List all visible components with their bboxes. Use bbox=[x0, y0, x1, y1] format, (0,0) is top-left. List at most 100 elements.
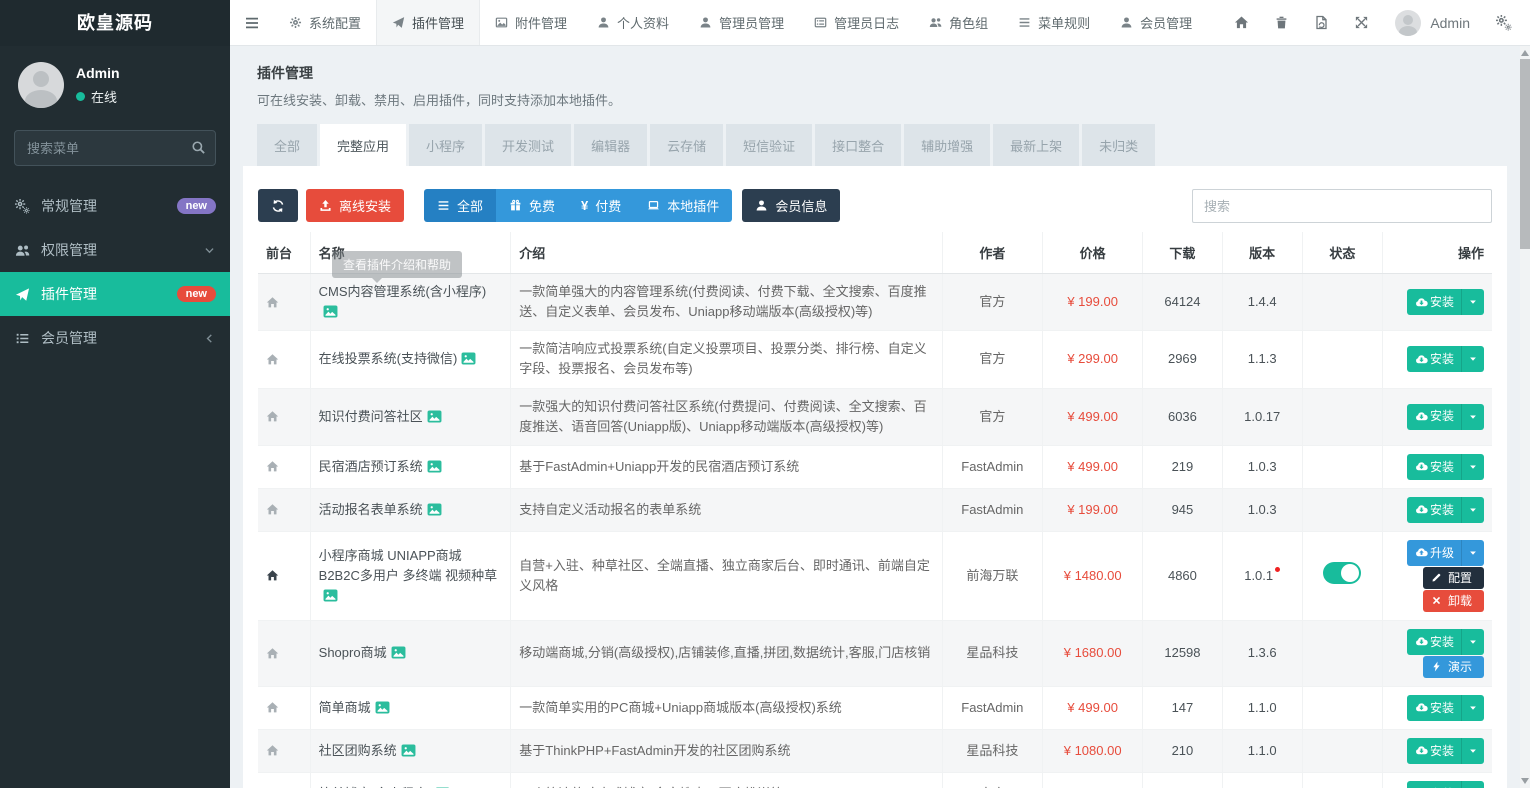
install-button[interactable]: 安装 bbox=[1407, 497, 1484, 523]
column-header-1[interactable]: 名称 bbox=[310, 232, 511, 274]
scroll-up-arrow-icon[interactable] bbox=[1521, 50, 1529, 56]
install-button[interactable]: 安装 bbox=[1407, 404, 1484, 430]
trash-button[interactable] bbox=[1261, 15, 1301, 30]
topnav-item-8[interactable]: 会员管理 bbox=[1105, 0, 1207, 45]
topnav-item-5[interactable]: 管理员日志 bbox=[799, 0, 914, 45]
filter-0-button[interactable]: 全部 bbox=[424, 189, 496, 222]
topnav-item-6[interactable]: 角色组 bbox=[914, 0, 1003, 45]
tab-9[interactable]: 最新上架 bbox=[993, 124, 1079, 166]
tab-2[interactable]: 小程序 bbox=[409, 124, 482, 166]
caret-down-icon[interactable] bbox=[1461, 454, 1484, 480]
plugin-name[interactable]: CMS内容管理系统(含小程序) bbox=[319, 284, 487, 299]
offline-install-button[interactable]: 离线安装 bbox=[306, 189, 404, 222]
install-button[interactable]: 安装 bbox=[1407, 289, 1484, 315]
caret-down-icon[interactable] bbox=[1461, 781, 1484, 788]
install-button[interactable]: 安装 bbox=[1407, 781, 1484, 788]
sidebar-item-0[interactable]: 常规管理 new bbox=[0, 184, 230, 228]
tab-7[interactable]: 接口整合 bbox=[815, 124, 901, 166]
caret-down-icon[interactable] bbox=[1461, 289, 1484, 315]
frontend-home-icon[interactable] bbox=[258, 686, 310, 729]
topnav-item-3[interactable]: 个人资料 bbox=[582, 0, 684, 45]
topnav-user-name[interactable]: Admin bbox=[1430, 15, 1470, 31]
language-button[interactable] bbox=[1301, 15, 1341, 30]
plugin-name[interactable]: 小程序商城 UNIAPP商城 B2B2C多用户 多终端 视频种草 bbox=[319, 548, 497, 583]
frontend-home-icon[interactable] bbox=[258, 388, 310, 445]
frontend-home-icon[interactable] bbox=[258, 488, 310, 531]
refresh-button[interactable] bbox=[258, 189, 298, 222]
caret-down-icon[interactable] bbox=[1461, 540, 1484, 566]
frontend-home-icon[interactable] bbox=[258, 445, 310, 488]
column-header-0[interactable]: 前台 bbox=[258, 232, 310, 274]
column-header-7[interactable]: 状态 bbox=[1302, 232, 1382, 274]
enable-toggle[interactable] bbox=[1323, 562, 1361, 584]
tab-1[interactable]: 完整应用 bbox=[320, 124, 406, 166]
sidebar-item-2[interactable]: 插件管理 new bbox=[0, 272, 230, 316]
topnav-item-2[interactable]: 附件管理 bbox=[480, 0, 582, 45]
tab-4[interactable]: 编辑器 bbox=[574, 124, 647, 166]
frontend-home-icon[interactable] bbox=[258, 331, 310, 388]
topnav-item-7[interactable]: 菜单规则 bbox=[1003, 0, 1105, 45]
settings-cogs-icon[interactable] bbox=[1492, 15, 1516, 31]
frontend-home-icon[interactable] bbox=[258, 620, 310, 686]
plugin-name[interactable]: Shopro商城 bbox=[319, 645, 387, 660]
install-button[interactable]: 安装 bbox=[1407, 738, 1484, 764]
caret-down-icon[interactable] bbox=[1461, 346, 1484, 372]
tab-3[interactable]: 开发测试 bbox=[485, 124, 571, 166]
topnav-item-4[interactable]: 管理员管理 bbox=[684, 0, 799, 45]
member-info-button[interactable]: 会员信息 bbox=[742, 189, 840, 222]
upgrade-button[interactable]: 升级 bbox=[1407, 540, 1484, 566]
column-header-3[interactable]: 作者 bbox=[942, 232, 1042, 274]
tab-0[interactable]: 全部 bbox=[257, 124, 317, 166]
install-button[interactable]: 安装 bbox=[1407, 629, 1484, 655]
frontend-home-icon[interactable] bbox=[258, 531, 310, 620]
uninstall-button[interactable]: 卸载 bbox=[1423, 590, 1484, 612]
avatar[interactable] bbox=[18, 62, 64, 108]
caret-down-icon[interactable] bbox=[1461, 629, 1484, 655]
filter-2-button[interactable]: ¥付费 bbox=[568, 189, 634, 222]
frontend-home-icon[interactable] bbox=[258, 274, 310, 331]
scrollbar-thumb[interactable] bbox=[1520, 59, 1530, 249]
plugin-name[interactable]: 知识付费问答社区 bbox=[319, 409, 423, 424]
install-button[interactable]: 安装 bbox=[1407, 695, 1484, 721]
topnav-item-1[interactable]: 插件管理 bbox=[376, 0, 480, 45]
scroll-down-arrow-icon[interactable] bbox=[1521, 778, 1529, 784]
avatar[interactable] bbox=[1395, 10, 1421, 36]
demo-button[interactable]: 演示 bbox=[1423, 656, 1484, 678]
column-header-2[interactable]: 介绍 bbox=[511, 232, 942, 274]
plugin-name[interactable]: 活动报名表单系统 bbox=[319, 502, 423, 517]
sidebar-item-3[interactable]: 会员管理 bbox=[0, 316, 230, 360]
plugin-name[interactable]: 民宿酒店预订系统 bbox=[319, 459, 423, 474]
plugin-name[interactable]: 社区团购系统 bbox=[319, 743, 397, 758]
tab-8[interactable]: 辅助增强 bbox=[904, 124, 990, 166]
search-icon[interactable] bbox=[191, 140, 206, 155]
filter-1-button[interactable]: 免费 bbox=[496, 189, 568, 222]
column-header-8[interactable]: 操作 bbox=[1383, 232, 1492, 274]
caret-down-icon[interactable] bbox=[1461, 738, 1484, 764]
caret-down-icon[interactable] bbox=[1461, 404, 1484, 430]
hamburger-icon[interactable] bbox=[230, 0, 274, 45]
config-button[interactable]: 配置 bbox=[1423, 567, 1484, 589]
install-button[interactable]: 安装 bbox=[1407, 346, 1484, 372]
scrollbar[interactable] bbox=[1520, 46, 1530, 788]
column-header-6[interactable]: 版本 bbox=[1222, 232, 1302, 274]
topnav-item-0[interactable]: 系统配置 bbox=[274, 0, 376, 45]
tab-10[interactable]: 未归类 bbox=[1082, 124, 1155, 166]
sidebar-search-input[interactable] bbox=[14, 130, 216, 166]
column-header-5[interactable]: 下载 bbox=[1143, 232, 1222, 274]
plugin-name[interactable]: 简单商城 bbox=[319, 700, 371, 715]
home-button[interactable] bbox=[1221, 15, 1261, 30]
expand-button[interactable] bbox=[1341, 15, 1381, 30]
install-button[interactable]: 安装 bbox=[1407, 454, 1484, 480]
filter-3-button[interactable]: 本地插件 bbox=[634, 189, 732, 222]
sidebar-item-1[interactable]: 权限管理 bbox=[0, 228, 230, 272]
app-logo[interactable]: 欧皇源码 bbox=[0, 0, 230, 46]
caret-down-icon[interactable] bbox=[1461, 497, 1484, 523]
tab-5[interactable]: 云存储 bbox=[650, 124, 723, 166]
frontend-home-icon[interactable] bbox=[258, 772, 310, 788]
frontend-home-icon[interactable] bbox=[258, 729, 310, 772]
caret-down-icon[interactable] bbox=[1461, 695, 1484, 721]
column-header-4[interactable]: 价格 bbox=[1043, 232, 1143, 274]
tab-6[interactable]: 短信验证 bbox=[726, 124, 812, 166]
plugin-name[interactable]: 在线投票系统(支持微信) bbox=[319, 351, 458, 366]
table-search-input[interactable] bbox=[1192, 189, 1492, 223]
